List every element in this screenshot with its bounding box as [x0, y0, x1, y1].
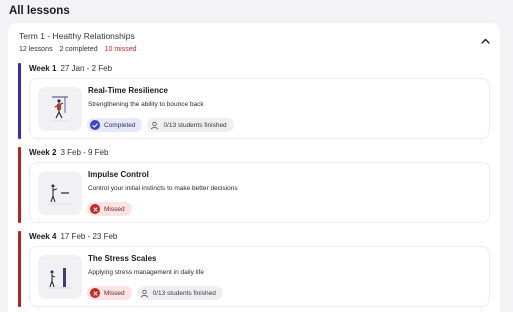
status-label: Missed: [104, 205, 125, 213]
collapse-button[interactable]: [478, 34, 492, 48]
week-accent-bar: [18, 231, 21, 307]
status-badge: Missed: [87, 202, 132, 216]
week-accent-bar: [18, 63, 21, 139]
week-dates: 17 Feb - 23 Feb: [60, 231, 118, 241]
lesson-subtitle: Applying stress management in daily life: [88, 269, 204, 276]
lesson-card[interactable]: The Stress Scales Applying stress manage…: [29, 246, 490, 307]
lesson-subtitle: Control your initial instincts to make b…: [88, 185, 238, 192]
week-number: Week 4: [29, 231, 57, 241]
term-stats: 12 lessons 2 completed 10 missed: [19, 46, 137, 53]
term-header: Term 1 - Healthy Relationships 12 lesson…: [19, 31, 137, 53]
chevron-up-icon: [480, 38, 490, 44]
lesson-illustration: [38, 255, 82, 299]
status-badge: Completed: [87, 118, 143, 132]
user-icon: [150, 121, 159, 130]
lesson-illustration: [38, 87, 82, 131]
week-dates: 27 Jan - 2 Feb: [60, 63, 113, 73]
page-title: All lessons: [9, 5, 70, 17]
status-badge: Missed: [87, 286, 132, 300]
lesson-card[interactable]: Impulse Control Control your initial ins…: [29, 162, 490, 223]
week-accent-bar: [18, 147, 21, 223]
status-label: Completed: [104, 121, 136, 129]
check-circle-icon: [90, 120, 100, 130]
lesson-badges: Missed 0/13 students finished: [87, 286, 223, 300]
lesson-title: The Stress Scales: [88, 254, 157, 263]
x-circle-icon: [90, 288, 100, 298]
term-card: Term 1 - Healthy Relationships 12 lesson…: [8, 23, 500, 312]
missed-count: 10 missed: [104, 46, 137, 53]
lesson-badges: Missed: [87, 202, 132, 216]
lesson-title: Real-Time Resilience: [88, 86, 168, 95]
lesson-card[interactable]: Real-Time Resilience Strengthening the a…: [29, 78, 490, 139]
term-title: Term 1 - Healthy Relationships: [19, 31, 135, 41]
lessons-count: 12 lessons: [19, 46, 53, 53]
week-label: Week 1 27 Jan - 2 Feb: [29, 63, 112, 73]
week-label: Week 2 3 Feb - 9 Feb: [29, 147, 108, 157]
completed-count: 2 completed: [59, 46, 98, 53]
students-label: 0/13 students finished: [163, 121, 227, 129]
students-badge: 0/13 students finished: [147, 118, 234, 132]
x-circle-icon: [90, 204, 100, 214]
week-dates: 3 Feb - 9 Feb: [60, 147, 109, 157]
status-label: Missed: [104, 289, 125, 297]
students-label: 0/13 students finished: [152, 289, 216, 297]
lesson-subtitle: Strengthening the ability to bounce back: [88, 101, 204, 108]
students-badge: 0/13 students finished: [136, 286, 223, 300]
lesson-badges: Completed 0/13 students finished: [87, 118, 234, 132]
lesson-title: Impulse Control: [88, 170, 149, 179]
lesson-illustration: [38, 171, 82, 215]
user-icon: [140, 289, 149, 298]
week-label: Week 4 17 Feb - 23 Feb: [29, 231, 117, 241]
week-number: Week 1: [29, 63, 57, 73]
week-number: Week 2: [29, 147, 57, 157]
